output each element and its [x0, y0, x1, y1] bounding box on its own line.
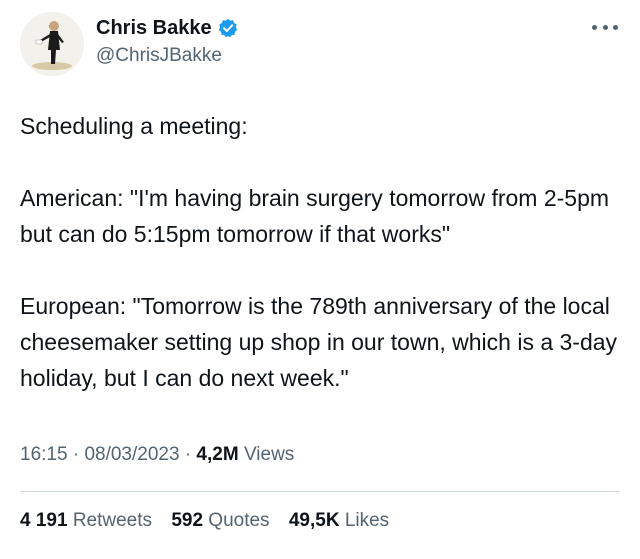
tweet-meta: 16:15 · 08/03/2023 · 4,2M Views: [20, 444, 294, 466]
tweet-paragraph: Scheduling a meeting:: [20, 113, 248, 139]
quotes-count: 592: [171, 510, 204, 531]
engagement-stats: 4 191 Retweets 592 Quotes 49,5K Likes: [20, 510, 403, 532]
author-handle[interactable]: @ChrisJBakke: [96, 45, 222, 67]
likes-label: Likes: [344, 510, 390, 531]
retweets-count: 4 191: [20, 510, 68, 531]
retweets-stat[interactable]: 4 191 Retweets: [20, 510, 157, 531]
more-horizontal-icon[interactable]: [592, 22, 618, 32]
tweet-date[interactable]: 08/03/2023: [84, 444, 179, 465]
divider: [20, 491, 620, 492]
meta-separator: ·: [72, 444, 80, 465]
quotes-stat[interactable]: 592 Quotes: [171, 510, 275, 531]
verified-badge-icon: [218, 18, 238, 38]
tweet-text: Scheduling a meeting: American: "I'm hav…: [20, 108, 625, 396]
tweet-time[interactable]: 16:15: [20, 444, 68, 465]
likes-count: 49,5K: [288, 510, 340, 531]
author-display-name[interactable]: Chris Bakke: [96, 16, 212, 40]
likes-stat[interactable]: 49,5K Likes: [289, 510, 389, 531]
author-name-row: Chris Bakke: [96, 16, 238, 40]
tweet-paragraph: European: "Tomorrow is the 789th anniver…: [20, 293, 618, 391]
views-label: Views: [243, 444, 295, 465]
avatar[interactable]: [20, 12, 84, 76]
retweets-label: Retweets: [72, 510, 153, 531]
tweet-paragraph: American: "I'm having brain surgery tomo…: [20, 185, 610, 247]
avatar-image: [20, 12, 84, 76]
quotes-label: Quotes: [208, 510, 270, 531]
meta-separator: ·: [184, 444, 192, 465]
tweet-header: Chris Bakke @ChrisJBakke: [20, 8, 640, 76]
views-count: 4,2M: [196, 444, 239, 465]
